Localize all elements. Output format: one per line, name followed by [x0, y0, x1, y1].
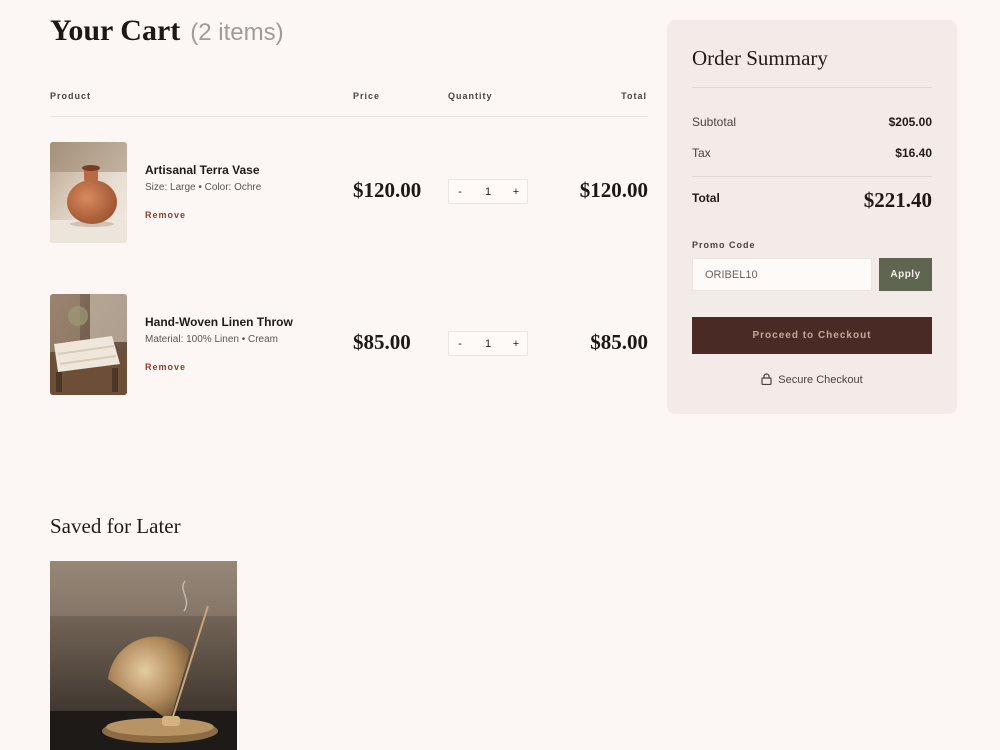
quantity-value[interactable]: 1 — [471, 186, 505, 198]
item-name[interactable]: Hand-Woven Linen Throw — [145, 315, 293, 329]
secure-checkout-note: Secure Checkout — [667, 373, 957, 388]
cart-title: Your Cart — [50, 14, 181, 47]
summary-divider — [692, 176, 932, 177]
order-summary-title: Order Summary — [692, 46, 828, 70]
saved-item-image-incense-holder[interactable] — [50, 561, 237, 750]
proceed-to-checkout-button[interactable]: Proceed to Checkout — [692, 317, 932, 354]
decrease-quantity-button[interactable]: - — [449, 186, 471, 198]
tax-value: $16.40 — [895, 146, 932, 160]
cart-item: Hand-Woven Linen Throw Material: 100% Li… — [50, 294, 648, 396]
item-price: $120.00 — [353, 178, 422, 202]
increase-quantity-button[interactable]: + — [505, 186, 527, 198]
total-label: Total — [692, 191, 720, 205]
decrease-quantity-button[interactable]: - — [449, 338, 471, 350]
promo-code-input[interactable] — [692, 258, 872, 291]
secure-checkout-label: Secure Checkout — [778, 374, 863, 386]
quantity-stepper: - 1 + — [448, 331, 528, 356]
product-image-throw[interactable] — [50, 294, 127, 395]
item-total: $120.00 — [579, 178, 648, 202]
subtotal-label: Subtotal — [692, 115, 737, 129]
cart-page: Your Cart (2 items) Product Price Quantit… — [0, 0, 1000, 750]
item-name[interactable]: Artisanal Terra Vase — [145, 163, 260, 177]
column-header-total: Total — [621, 91, 647, 101]
header-divider — [50, 116, 648, 117]
column-header-price: Price — [353, 91, 381, 101]
cart-heading: Your Cart (2 items) — [50, 14, 284, 48]
summary-divider — [692, 87, 932, 88]
remove-button[interactable]: Remove — [145, 362, 186, 372]
item-total: $85.00 — [590, 330, 648, 354]
increase-quantity-button[interactable]: + — [505, 338, 527, 350]
item-price: $85.00 — [353, 330, 411, 354]
remove-button[interactable]: Remove — [145, 210, 186, 220]
total-value: $221.40 — [863, 188, 932, 212]
lock-icon — [761, 373, 772, 388]
apply-promo-button[interactable]: Apply — [879, 258, 932, 291]
saved-for-later-title: Saved for Later — [50, 514, 181, 538]
promo-code-label: Promo Code — [692, 240, 756, 250]
column-header-product: Product — [50, 91, 92, 101]
tax-label: Tax — [692, 146, 711, 160]
quantity-value[interactable]: 1 — [471, 338, 505, 350]
subtotal-value: $205.00 — [888, 115, 932, 129]
quantity-stepper: - 1 + — [448, 179, 528, 204]
cart-item: Artisanal Terra Vase Size: Large • Color… — [50, 142, 648, 244]
column-header-quantity: Quantity — [448, 91, 493, 101]
product-image-vase[interactable] — [50, 142, 127, 243]
item-description: Material: 100% Linen • Cream — [145, 334, 279, 345]
item-description: Size: Large • Color: Ochre — [145, 182, 262, 193]
cart-item-count: (2 items) — [190, 19, 284, 46]
order-summary-panel: Order Summary Subtotal $205.00 Tax $16.4… — [667, 20, 957, 414]
